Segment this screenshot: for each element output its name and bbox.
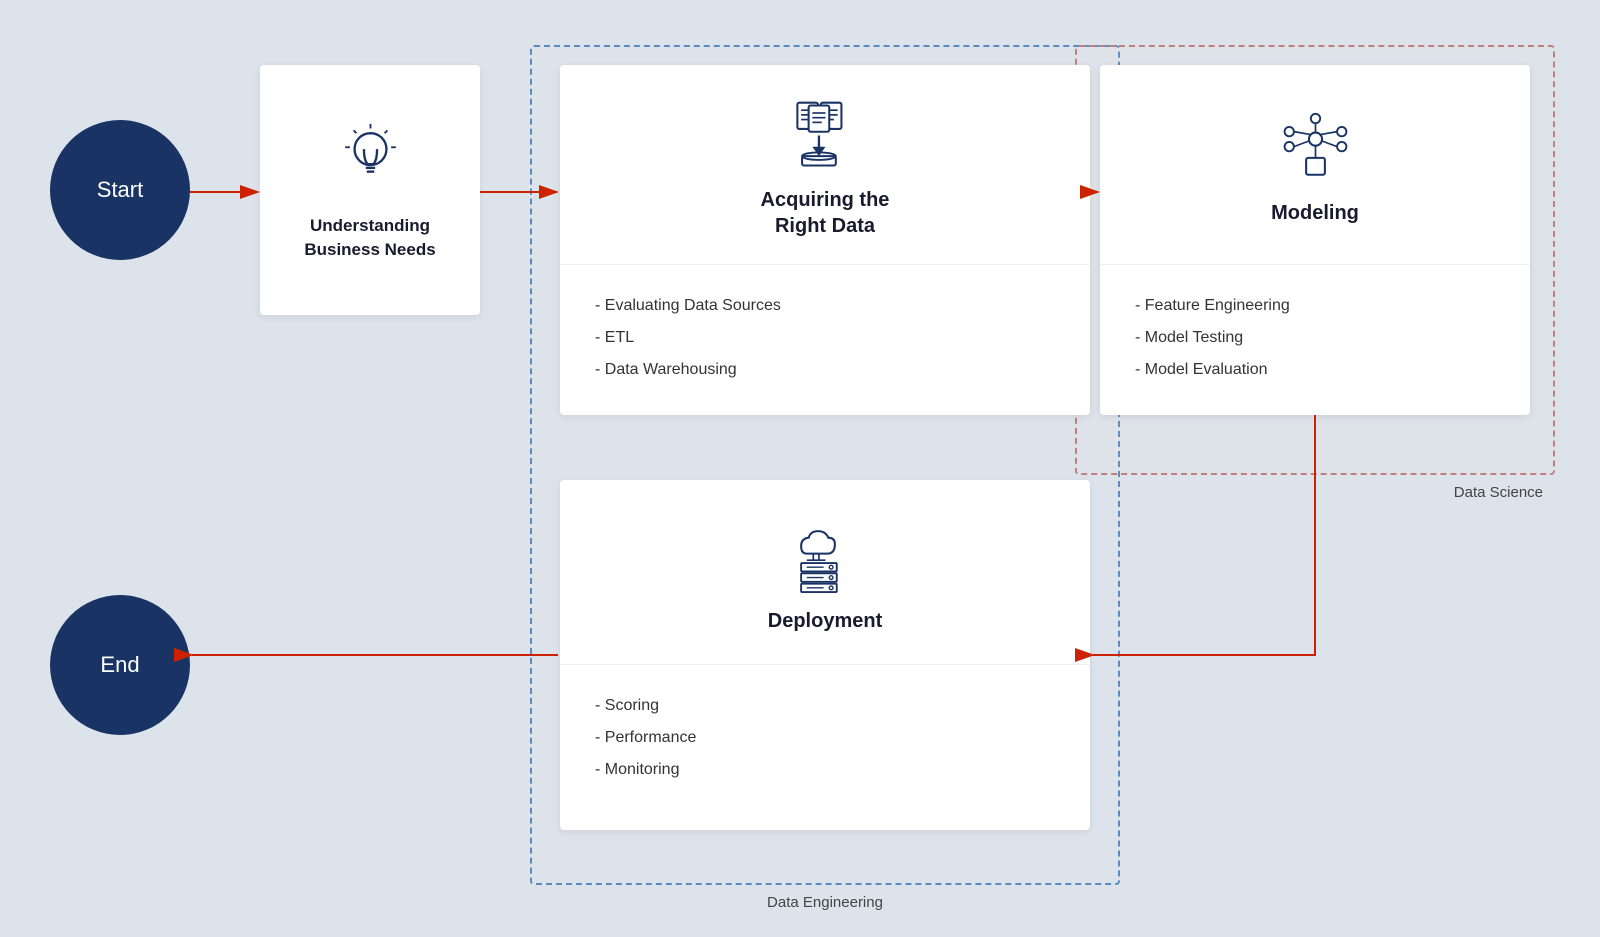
data-acquisition-icon: [785, 95, 865, 175]
modeling-item-2: - Model Testing: [1135, 322, 1495, 354]
lightbulb-icon: [330, 119, 410, 199]
business-needs-title: UnderstandingBusiness Needs: [304, 214, 435, 262]
modeling-icon: [1275, 108, 1355, 188]
deployment-top: Deployment: [560, 480, 1090, 665]
acquiring-data-title: Acquiring theRight Data: [761, 187, 890, 239]
deployment-details: - Scoring - Performance - Monitoring: [560, 665, 1090, 811]
modeling-item-3: - Model Evaluation: [1135, 354, 1495, 386]
acquiring-data-top: Acquiring theRight Data: [560, 65, 1090, 265]
modeling-details: - Feature Engineering - Model Testing - …: [1100, 265, 1530, 411]
end-label: End: [100, 652, 139, 678]
modeling-title: Modeling: [1271, 200, 1359, 226]
acquiring-item-1: - Evaluating Data Sources: [595, 290, 1055, 322]
acquiring-item-2: - ETL: [595, 322, 1055, 354]
modeling-top: Modeling: [1100, 65, 1530, 265]
modeling-card: Modeling - Feature Engineering - Model T…: [1100, 65, 1530, 415]
business-needs-card: UnderstandingBusiness Needs: [260, 65, 480, 315]
deployment-title: Deployment: [768, 608, 882, 634]
deployment-item-1: - Scoring: [595, 690, 1055, 722]
diagram-container: Data Engineering Data Science Start End: [0, 0, 1600, 937]
start-circle: Start: [50, 120, 190, 260]
start-label: Start: [97, 177, 143, 203]
data-engineering-label: Data Engineering: [767, 894, 883, 911]
data-science-label: Data Science: [1454, 484, 1543, 501]
acquiring-data-card: Acquiring theRight Data - Evaluating Dat…: [560, 65, 1090, 415]
deployment-card: Deployment - Scoring - Performance - Mon…: [560, 480, 1090, 830]
deployment-item-2: - Performance: [595, 722, 1055, 754]
acquiring-data-details: - Evaluating Data Sources - ETL - Data W…: [560, 265, 1090, 411]
modeling-item-1: - Feature Engineering: [1135, 290, 1495, 322]
end-circle: End: [50, 595, 190, 735]
acquiring-item-3: - Data Warehousing: [595, 354, 1055, 386]
deployment-icon: [785, 516, 865, 596]
deployment-item-3: - Monitoring: [595, 754, 1055, 786]
